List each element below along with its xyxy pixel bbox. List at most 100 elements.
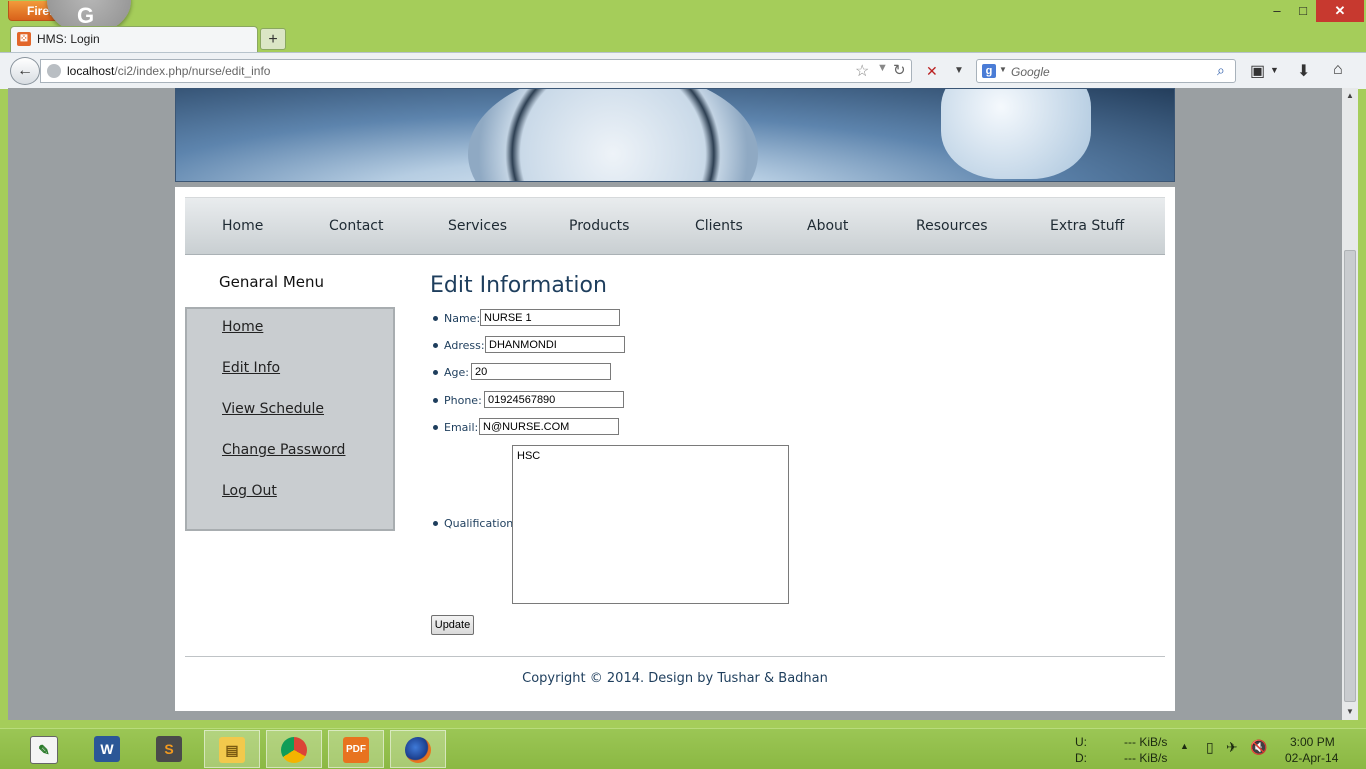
qualification-textarea[interactable]: HSC — [512, 445, 789, 604]
address-field[interactable] — [485, 336, 625, 353]
bullet — [433, 343, 438, 348]
vertical-scrollbar[interactable]: ▲ ▼ — [1342, 88, 1358, 720]
scroll-up-icon[interactable]: ▲ — [1342, 88, 1358, 104]
update-button[interactable]: Update — [431, 615, 474, 635]
pdf-reader-icon: PDF — [343, 737, 369, 763]
chart-gadget-icon: ✎ — [30, 736, 58, 764]
google-engine-icon[interactable]: g — [982, 64, 996, 78]
search-input[interactable]: g ▼ Google ⌕ — [976, 59, 1236, 83]
nav-home[interactable]: Home — [222, 218, 263, 234]
globe-icon — [47, 64, 61, 78]
search-icon[interactable]: ⌕ — [1217, 62, 1225, 79]
taskbar-explorer-app[interactable]: ▤ — [204, 730, 260, 768]
sidebar-item-home[interactable]: Home — [222, 319, 263, 335]
nav-products[interactable]: Products — [569, 218, 629, 234]
sidebar-item-change-password[interactable]: Change Password — [222, 442, 345, 458]
back-arrow-icon[interactable]: ← — [10, 57, 40, 85]
window-titlebar: Firefox G – □ ✕ — [0, 0, 1366, 34]
age-label: Age: — [444, 366, 469, 379]
name-label: Name: — [444, 312, 481, 325]
name-field[interactable] — [480, 309, 620, 326]
top-navigation: Home Contact Services Products Clients A… — [185, 197, 1165, 255]
taskbar-word-app[interactable]: W — [80, 730, 136, 768]
nav-clients[interactable]: Clients — [695, 218, 743, 234]
chevron-down-icon[interactable]: ▼ — [954, 65, 964, 76]
word-icon: W — [94, 736, 120, 762]
sidebar-menu: Home Edit Info View Schedule Change Pass… — [185, 307, 395, 531]
bullet — [433, 521, 438, 526]
bookmark-star-icon[interactable]: ☆ — [855, 61, 869, 81]
taskbar-chrome-app[interactable] — [266, 730, 322, 768]
taskbar-sublime-app[interactable]: S — [142, 730, 198, 768]
age-field[interactable] — [471, 363, 611, 380]
volume-muted-icon[interactable]: 🔇 — [1250, 739, 1267, 756]
nav-services[interactable]: Services — [448, 218, 507, 234]
airplane-mode-icon[interactable]: ✈ — [1226, 739, 1238, 756]
bookmarks-menu-icon[interactable]: ▣ — [1250, 61, 1265, 81]
clock-time[interactable]: 3:00 PM — [1290, 735, 1335, 749]
sidebar-item-view-schedule[interactable]: View Schedule — [222, 401, 324, 417]
page-viewport: Home Contact Services Products Clients A… — [8, 88, 1342, 720]
history-dropdown-icon[interactable]: ▼ — [877, 62, 888, 74]
phone-label: Phone: — [444, 394, 482, 407]
bookmarks-dropdown-icon[interactable]: ▼ — [1270, 65, 1279, 75]
bullet — [433, 425, 438, 430]
scroll-thumb[interactable] — [1344, 250, 1356, 702]
battery-icon[interactable]: ▯ — [1206, 739, 1214, 756]
blood-pressure-gauge-image — [468, 89, 758, 181]
show-hidden-icons-icon[interactable]: ▲ — [1180, 741, 1189, 751]
search-placeholder: Google — [1011, 65, 1050, 79]
footer-divider — [185, 656, 1165, 657]
minimize-button[interactable]: – — [1264, 0, 1290, 22]
maximize-button[interactable]: □ — [1290, 0, 1316, 22]
net-up-speed: --- KiB/s — [1124, 735, 1168, 749]
net-down-speed: --- KiB/s — [1124, 751, 1168, 765]
close-window-button[interactable]: ✕ — [1316, 0, 1364, 22]
taskbar-firefox-app[interactable] — [390, 730, 446, 768]
bullet — [433, 316, 438, 321]
download-blocked-icon[interactable]: ✕ — [926, 63, 938, 80]
clock-date[interactable]: 02-Apr-14 — [1285, 751, 1338, 765]
tab-hms-login[interactable]: ⊠ HMS: Login — [10, 26, 258, 52]
nav-contact[interactable]: Contact — [329, 218, 383, 234]
bullet — [433, 398, 438, 403]
chrome-icon — [281, 737, 307, 763]
tab-title: HMS: Login — [37, 32, 100, 46]
net-down-label: D: — [1075, 751, 1087, 765]
windows-taskbar: ✎ W S ▤ PDF U: D: --- KiB/s --- KiB/s ▲ … — [0, 728, 1366, 769]
email-field[interactable] — [479, 418, 619, 435]
taskbar-pdf-app[interactable]: PDF — [328, 730, 384, 768]
taskbar-gadget-app[interactable]: ✎ — [16, 730, 72, 768]
folder-icon: ▤ — [219, 737, 245, 763]
sidebar-title: Genaral Menu — [219, 273, 325, 291]
net-up-label: U: — [1075, 735, 1087, 749]
url-path: /ci2/index.php/nurse/edit_info — [114, 64, 271, 78]
nav-about[interactable]: About — [807, 218, 848, 234]
copyright-text: Copyright © 2014. Design by Tushar & Bad… — [522, 671, 828, 686]
email-label: Email: — [444, 421, 479, 434]
reload-icon[interactable]: ↻ — [893, 61, 906, 79]
page-content: Home Contact Services Products Clients A… — [175, 187, 1175, 711]
downloads-icon[interactable]: ⬇ — [1297, 61, 1310, 81]
nav-extra-stuff[interactable]: Extra Stuff — [1050, 218, 1124, 234]
qualification-label: Qualification: — [444, 517, 517, 530]
scroll-down-icon[interactable]: ▼ — [1342, 704, 1358, 720]
phone-field[interactable] — [484, 391, 624, 408]
sidebar-item-log-out[interactable]: Log Out — [222, 483, 277, 499]
address-label: Adress: — [444, 339, 485, 352]
cup-image — [941, 89, 1091, 179]
bullet — [433, 370, 438, 375]
new-tab-button[interactable]: + — [260, 28, 286, 50]
xampp-favicon-icon: ⊠ — [17, 32, 31, 46]
url-host: localhost — [67, 64, 115, 78]
firefox-icon — [405, 737, 431, 763]
sublime-text-icon: S — [156, 736, 182, 762]
url-bar[interactable]: localhost/ci2/index.php/nurse/edit_info … — [40, 59, 912, 83]
nav-resources[interactable]: Resources — [916, 218, 988, 234]
home-icon[interactable]: ⌂ — [1333, 61, 1343, 79]
page-title: Edit Information — [430, 273, 607, 298]
engine-dropdown-icon[interactable]: ▼ — [999, 65, 1007, 74]
url-text: localhost/ci2/index.php/nurse/edit_info — [67, 64, 270, 78]
navigation-toolbar: ← localhost/ci2/index.php/nurse/edit_inf… — [0, 52, 1366, 89]
sidebar-item-edit-info[interactable]: Edit Info — [222, 360, 280, 376]
